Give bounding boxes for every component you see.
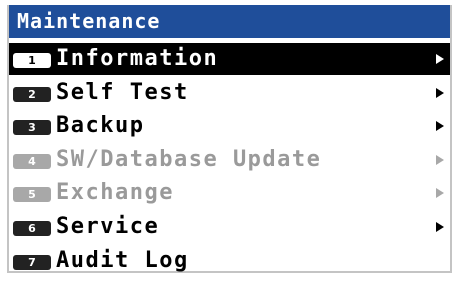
number-badge-3-icon: 3 bbox=[13, 120, 51, 136]
number-badge-4-icon: 4 bbox=[13, 153, 51, 169]
menu-item-exchange: 5 Exchange bbox=[9, 177, 450, 209]
number-badge-7-icon: 7 bbox=[13, 254, 51, 270]
submenu-arrow-icon bbox=[436, 87, 444, 98]
submenu-arrow-icon bbox=[436, 54, 444, 64]
submenu-arrow-icon bbox=[436, 188, 444, 199]
number-badge-1-icon: 1 bbox=[13, 53, 51, 68]
submenu-arrow-icon bbox=[436, 221, 444, 232]
menu-item-label: Self Test bbox=[56, 79, 189, 105]
maintenance-menu: 1 Information 2 Self Test 3 Backup 4 SW/… bbox=[9, 43, 450, 278]
menu-item-label: Information bbox=[56, 46, 219, 71]
window-title: Maintenance bbox=[9, 5, 450, 38]
menu-item-label: Backup bbox=[56, 113, 145, 139]
number-badge-5-icon: 5 bbox=[13, 187, 51, 203]
menu-item-self-test[interactable]: 2 Self Test bbox=[9, 77, 450, 109]
menu-item-information[interactable]: 1 Information bbox=[9, 43, 450, 75]
menu-item-label: SW/Database Update bbox=[56, 146, 322, 172]
maintenance-window: Maintenance 1 Information 2 Self Test 3 … bbox=[7, 5, 452, 273]
number-badge-2-icon: 2 bbox=[13, 86, 51, 102]
menu-item-label: Service bbox=[56, 213, 160, 239]
menu-item-backup[interactable]: 3 Backup bbox=[9, 110, 450, 142]
submenu-arrow-icon bbox=[436, 121, 444, 132]
number-badge-6-icon: 6 bbox=[13, 220, 51, 236]
submenu-arrow-icon bbox=[436, 154, 444, 165]
menu-item-sw-database-update: 4 SW/Database Update bbox=[9, 144, 450, 176]
menu-item-label: Audit Log bbox=[56, 247, 189, 273]
menu-item-service[interactable]: 6 Service bbox=[9, 211, 450, 243]
menu-item-label: Exchange bbox=[56, 180, 174, 206]
menu-item-audit-log[interactable]: 7 Audit Log bbox=[9, 245, 450, 277]
